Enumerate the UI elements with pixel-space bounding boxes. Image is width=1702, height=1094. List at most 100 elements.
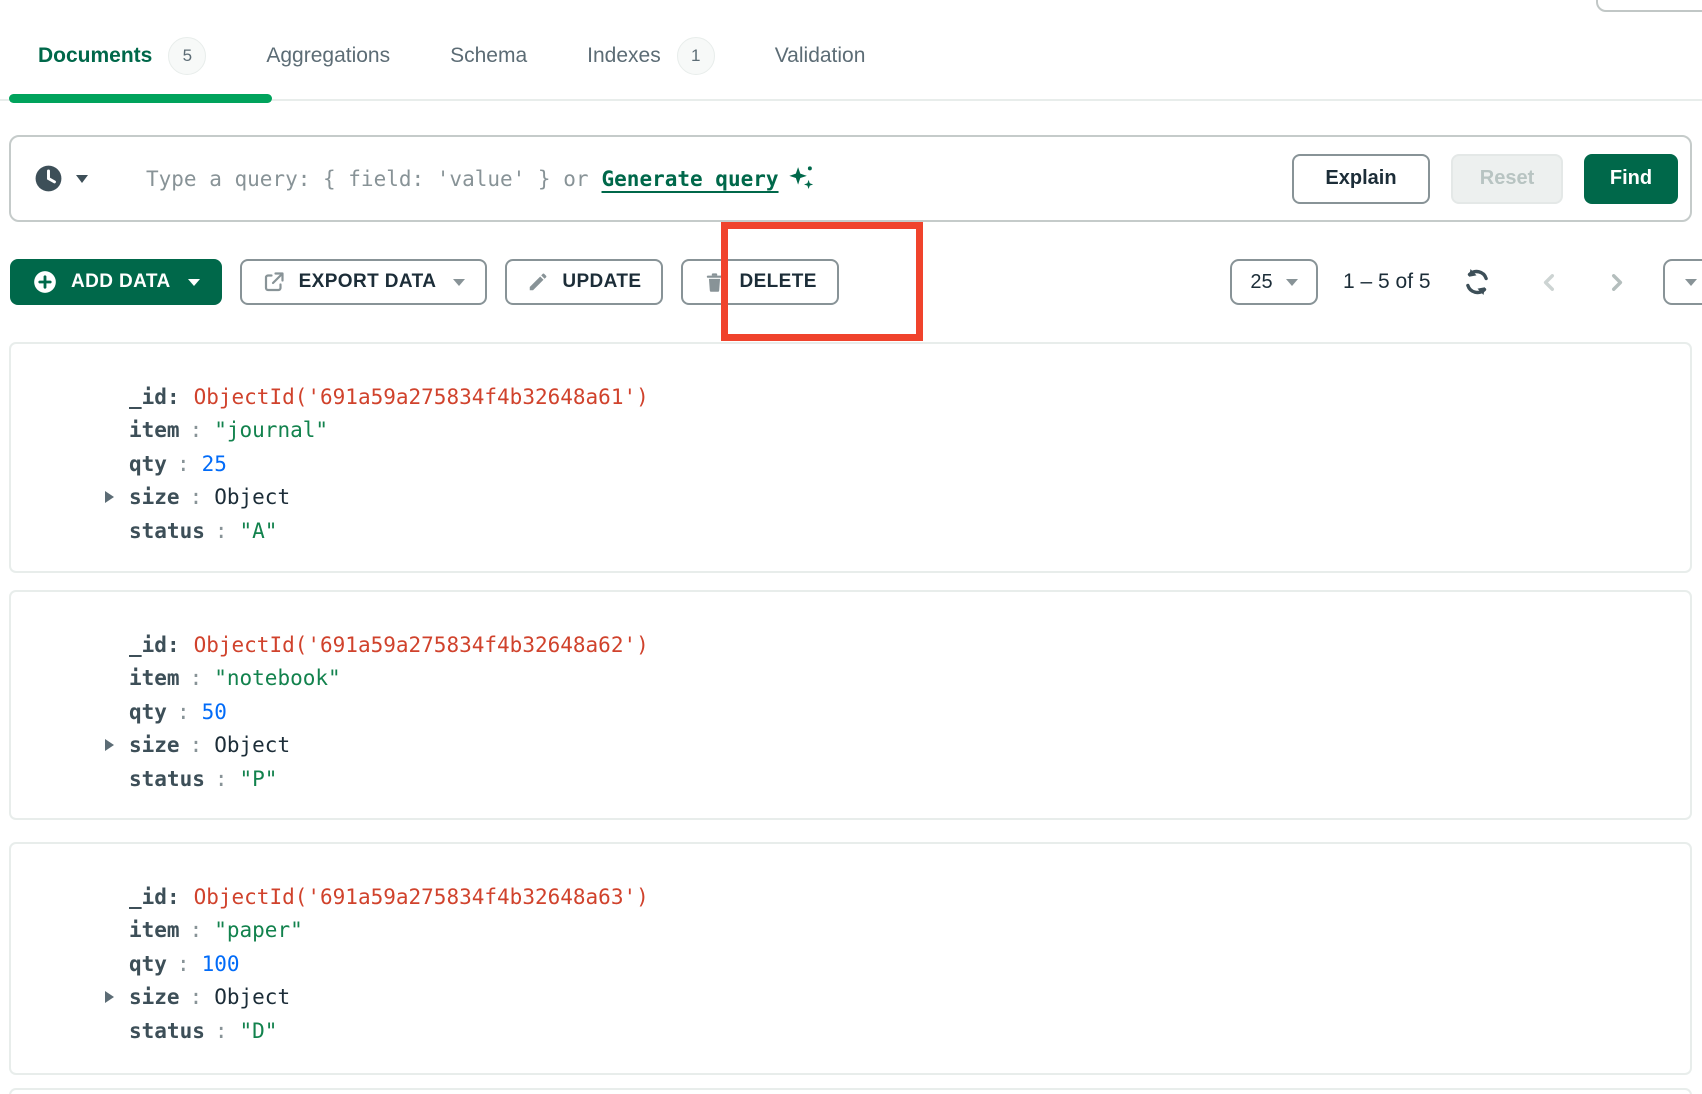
plus-circle-icon: [32, 269, 58, 295]
field-key: _id: [129, 385, 167, 409]
expand-caret-icon[interactable]: [105, 991, 114, 1003]
tab-documents[interactable]: Documents 5: [38, 37, 206, 75]
tab-validation[interactable]: Validation: [775, 44, 866, 68]
field-value: ObjectId('691a59a275834f4b32648a63'): [194, 885, 649, 909]
tab-label: Aggregations: [266, 44, 390, 68]
explain-button[interactable]: Explain: [1292, 154, 1430, 204]
document-card: _id: ObjectId('691a59a275834f4b32648a63')…: [9, 842, 1692, 1075]
document-field-row: status:"P": [129, 762, 1690, 796]
field-key: item: [129, 918, 180, 942]
field-key: size: [129, 485, 180, 509]
document-card-partial: [9, 1088, 1692, 1094]
collection-tabs: Documents 5 Aggregations Schema Indexes …: [38, 28, 865, 84]
add-data-button[interactable]: ADD DATA: [10, 259, 222, 305]
page-size-select[interactable]: 25: [1230, 259, 1318, 305]
document-field-row: qty:50: [129, 695, 1690, 729]
field-value: "A": [240, 519, 278, 543]
reset-button[interactable]: Reset: [1451, 154, 1563, 204]
document-field-row: _id:ObjectId('691a59a275834f4b32648a62'): [129, 628, 1690, 662]
indexes-count-badge: 1: [677, 37, 715, 75]
export-data-button[interactable]: EXPORT DATA: [240, 259, 488, 305]
colon: :: [190, 485, 203, 509]
document-field-row: status:"D": [129, 1014, 1690, 1048]
documents-count-badge: 5: [168, 37, 206, 75]
field-key: item: [129, 418, 180, 442]
query-history-dropdown[interactable]: [33, 163, 88, 194]
colon: :: [190, 918, 203, 942]
colon: :: [215, 767, 228, 791]
tab-label: Schema: [450, 44, 527, 68]
next-page-button[interactable]: [1603, 269, 1630, 296]
delete-button[interactable]: DELETE: [681, 259, 838, 305]
chevron-down-icon: [1685, 279, 1697, 292]
chevron-down-icon: [76, 175, 88, 189]
field-key: qty: [129, 452, 167, 476]
field-key: _id: [129, 885, 167, 909]
results-range-label: 1 – 5 of 5: [1343, 270, 1431, 294]
field-value: 100: [202, 952, 240, 976]
field-value: Object: [214, 733, 290, 757]
compass-documents-view: Documents 5 Aggregations Schema Indexes …: [0, 0, 1702, 1094]
page-size-value: 25: [1250, 271, 1272, 294]
colon: :: [190, 418, 203, 442]
tab-label: Documents: [38, 44, 152, 68]
document-field-row: _id: ObjectId('691a59a275834f4b32648a61'): [129, 380, 1690, 414]
tab-label: Validation: [775, 44, 866, 68]
chevron-down-icon: [188, 279, 200, 292]
field-key: qty: [129, 952, 167, 976]
find-button[interactable]: Find: [1584, 154, 1678, 204]
field-value: "D": [240, 1019, 278, 1043]
refresh-icon: [1462, 267, 1492, 297]
document-field-row: _id: ObjectId('691a59a275834f4b32648a63'): [129, 880, 1690, 914]
view-switch-dropdown[interactable]: [1663, 259, 1702, 305]
document-field-row: size:Object: [129, 729, 1690, 763]
colon: :: [167, 385, 180, 409]
field-key: status: [129, 767, 205, 791]
field-key: size: [129, 985, 180, 1009]
add-data-label: ADD DATA: [71, 271, 171, 293]
chevron-left-icon: [1536, 269, 1563, 296]
field-value: Object: [214, 985, 290, 1009]
query-placeholder: Type a query: { field: 'value' } or: [146, 167, 589, 191]
colon: :: [167, 885, 180, 909]
field-key: status: [129, 1019, 205, 1043]
document-card: _id:ObjectId('691a59a275834f4b32648a62')…: [9, 590, 1692, 820]
field-key: size: [129, 733, 180, 757]
query-bar: Type a query: { field: 'value' } or Gener…: [9, 135, 1692, 222]
pagination: 25 1 – 5 of 5: [1230, 259, 1630, 305]
documents-list: _id: ObjectId('691a59a275834f4b32648a61')…: [9, 342, 1692, 1094]
tab-aggregations[interactable]: Aggregations: [266, 44, 390, 68]
tab-indexes[interactable]: Indexes 1: [587, 37, 715, 75]
update-label: UPDATE: [562, 271, 641, 293]
prev-page-button[interactable]: [1536, 269, 1563, 296]
colon: :: [215, 519, 228, 543]
generate-query-link[interactable]: Generate query: [602, 167, 779, 191]
chevron-down-icon: [1286, 279, 1298, 292]
expand-caret-icon[interactable]: [105, 491, 114, 503]
tab-schema[interactable]: Schema: [450, 44, 527, 68]
topright-partial-button[interactable]: [1596, 0, 1702, 12]
update-button[interactable]: UPDATE: [505, 259, 663, 305]
field-key: qty: [129, 700, 167, 724]
export-icon: [262, 270, 286, 294]
document-field-row: item: "journal": [129, 414, 1690, 448]
query-input[interactable]: Type a query: { field: 'value' } or Gener…: [146, 167, 815, 191]
field-value: "notebook": [214, 666, 340, 690]
field-value: ObjectId('691a59a275834f4b32648a61'): [194, 385, 649, 409]
document-field-row: size:Object: [129, 481, 1690, 515]
field-value: 50: [202, 700, 227, 724]
export-data-label: EXPORT DATA: [299, 271, 437, 293]
document-card: _id: ObjectId('691a59a275834f4b32648a61')…: [9, 342, 1692, 573]
expand-caret-icon[interactable]: [105, 739, 114, 751]
document-field-row: item:"notebook": [129, 662, 1690, 696]
chevron-right-icon: [1603, 269, 1630, 296]
document-field-row: item:"paper": [129, 914, 1690, 948]
field-key: _id: [129, 633, 167, 657]
sparkle-icon: [787, 163, 815, 191]
active-tab-indicator: [9, 94, 272, 103]
documents-toolbar: ADD DATA EXPORT DATA UPDATE: [10, 259, 839, 305]
field-value: "journal": [214, 418, 328, 442]
refresh-button[interactable]: [1462, 267, 1492, 297]
trash-icon: [703, 271, 726, 294]
field-key: status: [129, 519, 205, 543]
